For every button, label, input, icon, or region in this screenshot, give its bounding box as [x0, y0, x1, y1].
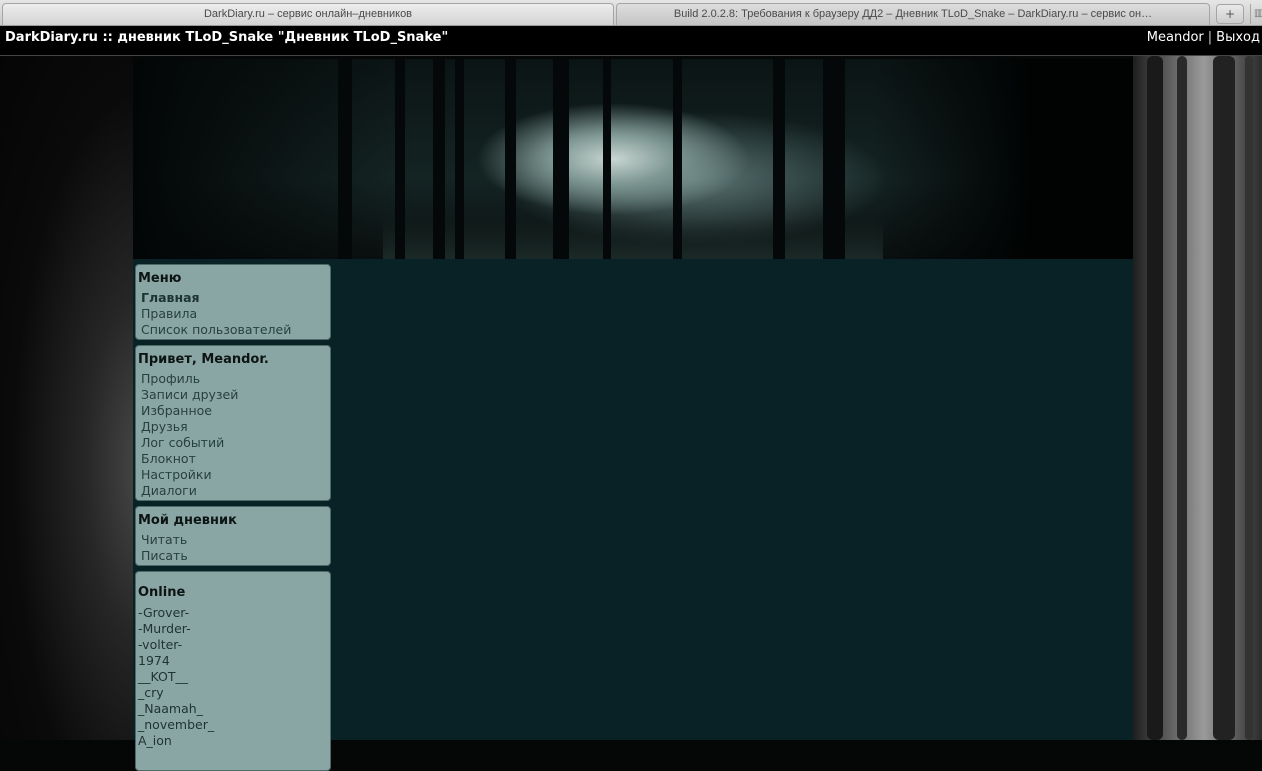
online-box: Online -Grover- -Murder- -volter- 1974 _… — [135, 571, 331, 771]
menu-item-user-list[interactable]: Список пользователей — [141, 322, 291, 337]
user-item-dialogs[interactable]: Диалоги — [141, 483, 197, 498]
menu-item-home[interactable]: Главная — [141, 290, 200, 305]
separator: | — [1207, 30, 1213, 45]
online-user[interactable]: -volter- — [138, 637, 182, 652]
online-user[interactable]: _Naamah_ — [138, 701, 203, 716]
user-item-notepad[interactable]: Блокнот — [141, 451, 196, 466]
tab-overflow-icon[interactable]: ▥ — [1250, 4, 1262, 24]
my-diary-heading: Мой дневник — [138, 513, 237, 528]
user-item-settings[interactable]: Настройки — [141, 467, 212, 482]
online-user[interactable]: _cry — [138, 685, 164, 700]
user-item-event-log[interactable]: Лог событий — [141, 435, 224, 450]
online-user[interactable]: -Grover- — [138, 605, 189, 620]
online-user[interactable]: _november_ — [138, 717, 214, 732]
new-tab-button[interactable]: + — [1216, 4, 1244, 24]
user-links: Meandor | Выход — [1147, 30, 1260, 45]
greeting-heading: Привет, Meandor. — [138, 352, 269, 367]
diary-item-read[interactable]: Читать — [141, 532, 187, 547]
browser-tab[interactable]: DarkDiary.ru – сервис онлайн–дневников — [2, 3, 614, 25]
online-user[interactable]: 1974 — [138, 653, 170, 668]
menu-heading: Меню — [138, 271, 182, 286]
logout-link[interactable]: Выход — [1216, 30, 1260, 45]
user-item-favorites[interactable]: Избранное — [141, 403, 212, 418]
username-link[interactable]: Meandor — [1147, 30, 1204, 45]
header-banner-image — [133, 59, 1133, 259]
user-item-profile[interactable]: Профиль — [141, 371, 200, 386]
online-user[interactable]: A_ion — [138, 733, 172, 748]
online-heading: Online — [138, 585, 186, 600]
user-box: Привет, Meandor. Профиль Записи друзей И… — [135, 345, 331, 501]
browser-tab-bar: DarkDiary.ru – сервис онлайн–дневников B… — [0, 0, 1262, 26]
online-user[interactable]: -Murder- — [138, 621, 191, 636]
user-item-friends-posts[interactable]: Записи друзей — [141, 387, 238, 402]
site-header: DarkDiary.ru :: дневник TLoD_Snake "Днев… — [0, 26, 1262, 56]
my-diary-box: Мой дневник Читать Писать — [135, 506, 331, 566]
diary-item-write[interactable]: Писать — [141, 548, 188, 563]
online-user[interactable]: __KOT__ — [138, 669, 188, 684]
user-item-friends[interactable]: Друзья — [141, 419, 188, 434]
main-container: Меню Главная Правила Список пользователе… — [133, 59, 1133, 771]
background-forest-left — [0, 56, 133, 740]
menu-item-rules[interactable]: Правила — [141, 306, 197, 321]
browser-tab-active[interactable]: Build 2.0.2.8: Требования к браузеру ДД2… — [616, 3, 1210, 25]
menu-box: Меню Главная Правила Список пользователе… — [135, 264, 331, 340]
background-forest-right — [1133, 56, 1262, 740]
page-title: DarkDiary.ru :: дневник TLoD_Snake "Днев… — [5, 30, 449, 45]
